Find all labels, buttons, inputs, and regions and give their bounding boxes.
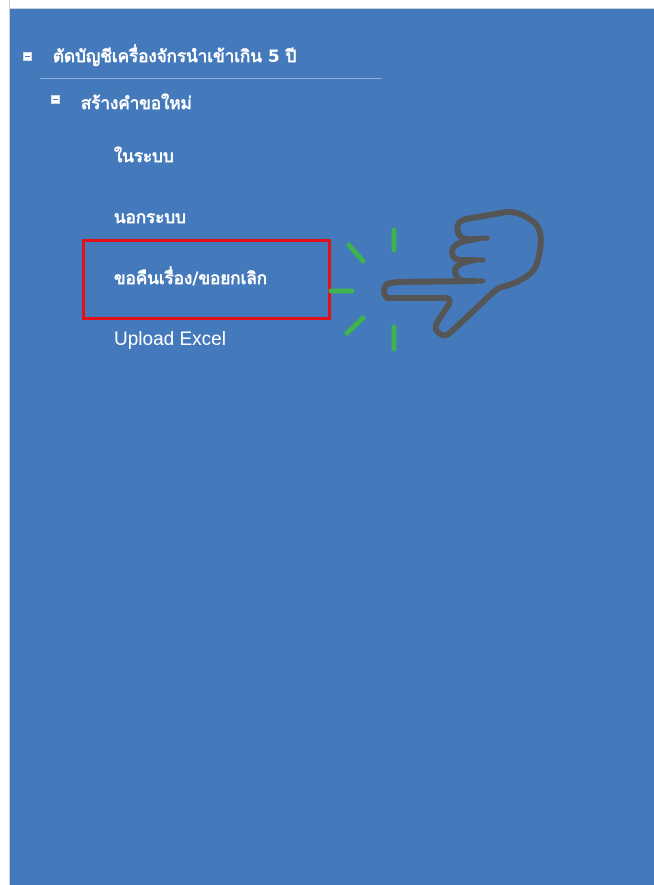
menu-tree-panel xyxy=(10,9,654,885)
menu-item-in-system[interactable]: ในระบบ xyxy=(114,146,174,168)
app-frame: ตัดบัญชีเครื่องจักรนำเข้าเกิน 5 ปี สร้าง… xyxy=(0,0,654,885)
highlight-box xyxy=(82,239,331,320)
menu-item-out-of-system[interactable]: นอกระบบ xyxy=(114,207,186,229)
left-border xyxy=(0,0,10,885)
root-expand-toggle[interactable] xyxy=(23,52,32,61)
top-border xyxy=(0,0,654,9)
pointing-hand-icon xyxy=(381,208,544,339)
pointer-annotation xyxy=(325,205,555,365)
child-expand-toggle[interactable] xyxy=(51,95,60,104)
menu-item-upload-excel[interactable]: Upload Excel xyxy=(114,329,226,351)
tree-root-label[interactable]: ตัดบัญชีเครื่องจักรนำเข้าเกิน 5 ปี xyxy=(53,46,296,68)
root-underline xyxy=(40,78,382,79)
tree-child-label[interactable]: สร้างคำขอใหม่ xyxy=(81,93,192,115)
